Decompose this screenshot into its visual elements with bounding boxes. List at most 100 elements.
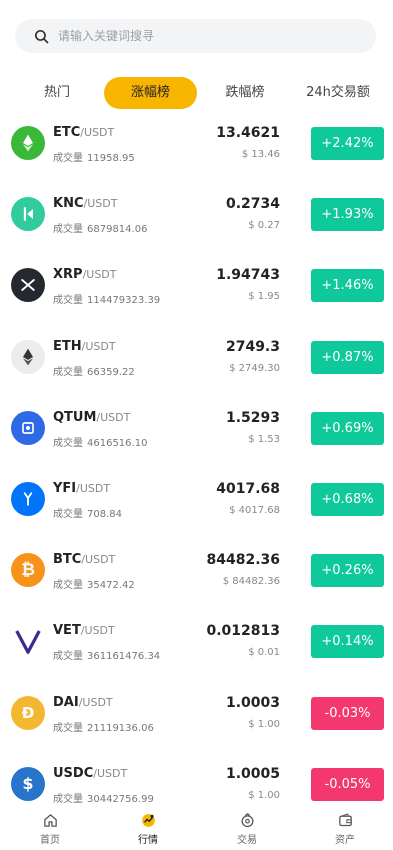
volume-value: 114479323.39 bbox=[87, 295, 161, 307]
home-icon bbox=[43, 814, 57, 827]
pair-name: YFI/USDT bbox=[53, 481, 110, 496]
coin-symbol: ETH bbox=[53, 338, 82, 354]
tabbar-assets-label: 资产 bbox=[335, 835, 355, 846]
tabbar-trade-label: 交易 bbox=[237, 835, 257, 846]
last-price: 1.94743 bbox=[216, 267, 280, 284]
last-price: 84482.36 bbox=[206, 552, 280, 569]
qtum-icon bbox=[11, 410, 45, 445]
change-badge[interactable]: +0.69% bbox=[311, 411, 384, 445]
tabbar-home[interactable]: 首页 bbox=[20, 810, 80, 850]
tabbar-market[interactable]: 行情 bbox=[118, 810, 178, 850]
change-badge[interactable]: +0.26% bbox=[311, 554, 384, 588]
volume-value: 6879814.06 bbox=[87, 224, 148, 236]
change-badge[interactable]: +0.14% bbox=[311, 625, 384, 659]
quote-currency: /USDT bbox=[93, 766, 128, 780]
volume: 成交量 708.84 bbox=[53, 505, 122, 520]
tabbar-home-label: 首页 bbox=[40, 835, 60, 846]
volume: 成交量 4616516.10 bbox=[53, 434, 147, 449]
market-row-etc[interactable]: ETC/USDT 成交量 11958.95 13.4621 $ 13.46 +2.42% bbox=[0, 109, 393, 180]
last-price: 4017.68 bbox=[216, 481, 280, 497]
change-badge[interactable]: +0.68% bbox=[311, 483, 384, 516]
last-price: 2749.3 bbox=[225, 338, 280, 355]
pair-name: USDC/USDT bbox=[53, 766, 127, 781]
coin-symbol: BTC bbox=[53, 552, 82, 568]
usd-price: $ 1.53 bbox=[248, 433, 280, 445]
usd-price: $ 1.95 bbox=[248, 291, 280, 303]
usd-price: $ 84482.36 bbox=[222, 576, 280, 588]
quote-currency: /USDT bbox=[81, 339, 116, 353]
pair-name: XRP/USDT bbox=[53, 267, 117, 282]
search-icon bbox=[34, 29, 49, 43]
tabbar-market-label: 行情 bbox=[138, 835, 158, 846]
volume-label: 成交量 bbox=[53, 153, 83, 164]
quote-currency: /USDT bbox=[82, 268, 117, 282]
search-bar[interactable] bbox=[15, 19, 376, 53]
last-price: 1.0005 bbox=[225, 765, 280, 782]
change-badge[interactable]: +2.42% bbox=[311, 127, 384, 160]
pair-name: DAI/USDT bbox=[53, 695, 113, 710]
volume-value: 4616516.10 bbox=[87, 437, 148, 449]
usd-price: $ 1.00 bbox=[248, 718, 280, 730]
coin-symbol: VET bbox=[53, 623, 81, 639]
search-input[interactable] bbox=[58, 29, 338, 43]
change-badge[interactable]: +1.46% bbox=[311, 269, 384, 303]
btc-icon: ₿ bbox=[11, 553, 45, 588]
change-badge[interactable]: +0.87% bbox=[311, 340, 384, 374]
market-row-dai[interactable]: Ð DAI/USDT 成交量 21119136.06 1.0003 $ 1.00 -0.03… bbox=[0, 679, 393, 750]
usd-price: $ 2749.30 bbox=[229, 362, 280, 374]
change-badge[interactable]: -0.05% bbox=[311, 767, 384, 801]
market-row-knc[interactable]: KNC/USDT 成交量 6879814.06 0.2734 $ 0.27 +1.93% bbox=[0, 180, 393, 251]
last-price: 1.5293 bbox=[225, 409, 280, 426]
yfi-icon bbox=[11, 482, 45, 516]
change-badge[interactable]: +1.93% bbox=[311, 198, 384, 232]
volume-label: 成交量 bbox=[53, 580, 83, 592]
coin-symbol: KNC bbox=[53, 196, 84, 212]
coin-symbol: QTUM bbox=[53, 409, 97, 425]
quote-currency: /USDT bbox=[83, 197, 118, 211]
tab-losers[interactable]: 跌幅榜 bbox=[212, 77, 278, 109]
quote-currency: /USDT bbox=[78, 695, 113, 709]
vet-icon bbox=[11, 624, 45, 659]
coin-symbol: YFI bbox=[53, 481, 77, 496]
volume: 成交量 21119136.06 bbox=[53, 719, 154, 734]
change-badge[interactable]: -0.03% bbox=[311, 696, 384, 730]
wallet-icon bbox=[338, 813, 352, 827]
last-price: 0.012813 bbox=[206, 623, 280, 640]
volume-value: 30442756.99 bbox=[87, 793, 154, 805]
pair-name: KNC/USDT bbox=[53, 196, 117, 211]
volume-label: 成交量 bbox=[53, 651, 83, 663]
tab-gainers[interactable]: 涨幅榜 bbox=[104, 77, 197, 109]
usd-price: $ 4017.68 bbox=[229, 505, 280, 516]
volume-value: 11958.95 bbox=[87, 153, 135, 164]
market-row-btc[interactable]: ₿ BTC/USDT 成交量 35472.42 84482.36 $ 84482.36 +0… bbox=[0, 536, 393, 607]
volume: 成交量 361161476.34 bbox=[53, 647, 160, 662]
market-icon bbox=[141, 814, 155, 827]
last-price: 13.4621 bbox=[216, 125, 280, 141]
usd-price: $ 13.46 bbox=[241, 149, 280, 160]
volume-label: 成交量 bbox=[53, 224, 83, 236]
volume: 成交量 6879814.06 bbox=[53, 220, 147, 235]
volume-value: 66359.22 bbox=[87, 366, 135, 378]
market-row-vet[interactable]: VET/USDT 成交量 361161476.34 0.012813 $ 0.01 +0.… bbox=[0, 607, 393, 678]
volume: 成交量 114479323.39 bbox=[53, 291, 160, 306]
tabbar-assets[interactable]: 资产 bbox=[315, 810, 375, 850]
tab-24h-volume[interactable]: 24h交易额 bbox=[298, 77, 378, 109]
market-row-yfi[interactable]: YFI/USDT 成交量 708.84 4017.68 $ 4017.68 +0.68% bbox=[0, 465, 393, 536]
tab-hot[interactable]: 热门 bbox=[28, 77, 86, 109]
volume-label: 成交量 bbox=[53, 509, 83, 520]
tabbar-trade[interactable]: 交易 bbox=[217, 810, 277, 850]
bottom-tabbar: 首页 行情 交易 资产 bbox=[0, 810, 393, 850]
ranking-tabs: 热门 涨幅榜 跌幅榜 24h交易额 bbox=[0, 77, 393, 109]
volume-label: 成交量 bbox=[53, 793, 83, 805]
volume: 成交量 66359.22 bbox=[53, 363, 135, 378]
coin-symbol: USDC bbox=[53, 765, 94, 781]
volume-value: 21119136.06 bbox=[87, 722, 154, 734]
pair-name: VET/USDT bbox=[53, 623, 115, 638]
market-row-eth[interactable]: ETH/USDT 成交量 66359.22 2749.3 $ 2749.30 +0.87% bbox=[0, 323, 393, 394]
pair-name: ETH/USDT bbox=[53, 339, 116, 354]
usdc-icon: $ bbox=[11, 766, 45, 801]
market-row-xrp[interactable]: XRP/USDT 成交量 114479323.39 1.94743 $ 1.95 +1.4… bbox=[0, 251, 393, 322]
market-row-qtum[interactable]: QTUM/USDT 成交量 4616516.10 1.5293 $ 1.53 +0.69% bbox=[0, 394, 393, 465]
volume-label: 成交量 bbox=[53, 437, 83, 449]
etc-icon bbox=[11, 126, 45, 160]
